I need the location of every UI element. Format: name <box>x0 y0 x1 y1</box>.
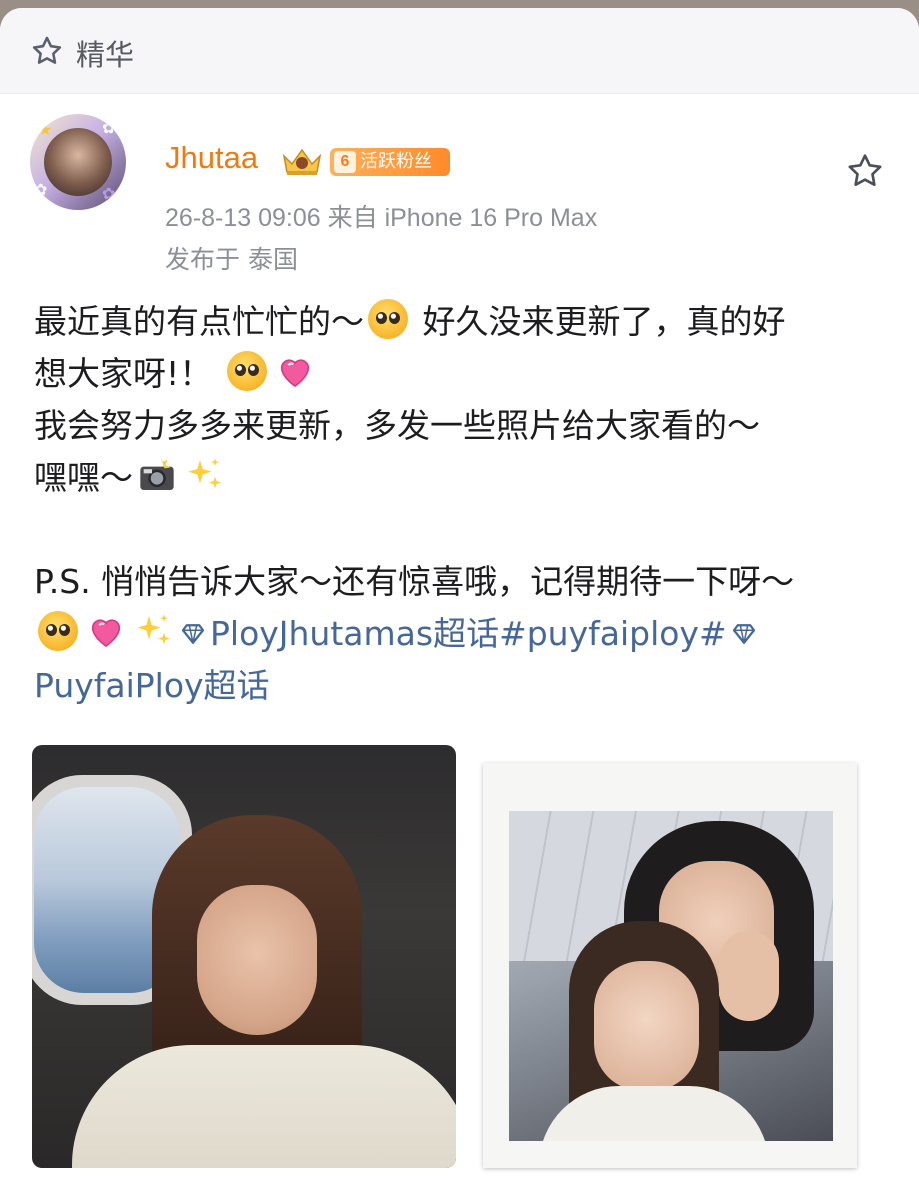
hashtag-link-puyfaiploy[interactable]: #puyfaiploy# <box>499 614 727 653</box>
sparkling-heart-icon <box>280 359 309 387</box>
pleading-face-icon <box>38 611 78 651</box>
sparkling-heart-icon <box>91 619 121 647</box>
supertopic-diamond-icon <box>732 624 755 644</box>
supertopic-link-puyfaiploy[interactable]: PuyfaiPloy超话 <box>34 666 270 705</box>
post-image-2[interactable] <box>483 763 857 1168</box>
post-location: 发布于 泰国 <box>165 245 298 274</box>
supertopic-link-ployjhutamas[interactable]: PloyJhutamas超话 <box>210 614 499 653</box>
post-card: 精华 ★ ✿ ✿ ✿ Jhutaa 6 活跃粉丝 26-8-13 09:06 来… <box>0 8 919 1200</box>
supertopic-diamond-icon <box>181 624 205 644</box>
header-title: 精华 <box>76 38 135 72</box>
star-deco-icon: ★ <box>38 120 53 139</box>
polaroid-photo <box>509 811 833 1141</box>
post-line-1a: 最近真的有点忙忙的～ <box>34 302 364 341</box>
post-time-device: 26-8-13 09:06 来自 iPhone 16 Pro Max <box>165 204 598 232</box>
post-line-5: P.S. 悄悄告诉大家～还有惊喜哦，记得期待一下呀～ <box>34 562 795 601</box>
star-outline-icon[interactable] <box>30 34 64 68</box>
sparkles-icon <box>137 614 170 645</box>
fan-level: 6 <box>334 151 356 173</box>
sparkles-icon <box>188 458 221 489</box>
favorite-star-icon[interactable] <box>845 151 885 191</box>
flower-deco-icon: ✿ <box>102 184 116 203</box>
avatar[interactable]: ★ ✿ ✿ ✿ <box>30 114 126 210</box>
crown-icon <box>282 148 322 175</box>
post-line-1b: 好久没来更新了，真的好 <box>412 302 786 341</box>
fan-badge[interactable]: 6 活跃粉丝 <box>330 148 450 176</box>
camera-flash-icon <box>140 456 174 490</box>
cat-deco-icon: ✿ <box>102 118 116 137</box>
cat-deco-icon: ✿ <box>34 180 48 199</box>
pleading-face-icon <box>226 351 267 391</box>
post-line-3: 我会努力多多来更新，多发一些照片给大家看的～ <box>34 406 760 445</box>
fan-label: 活跃粉丝 <box>360 151 432 172</box>
post-line-4: 嘿嘿～ <box>34 458 133 497</box>
post-text: 最近真的有点忙忙的～ 好久没来更新了，真的好 想大家呀!！ 我会努力多多来更新，… <box>34 296 894 712</box>
username[interactable]: Jhutaa <box>165 140 258 176</box>
header-bar: 精华 <box>0 8 919 94</box>
post-image-1[interactable] <box>32 745 456 1168</box>
post-line-2: 想大家呀!！ <box>34 354 213 393</box>
pleading-face-icon <box>368 299 408 339</box>
